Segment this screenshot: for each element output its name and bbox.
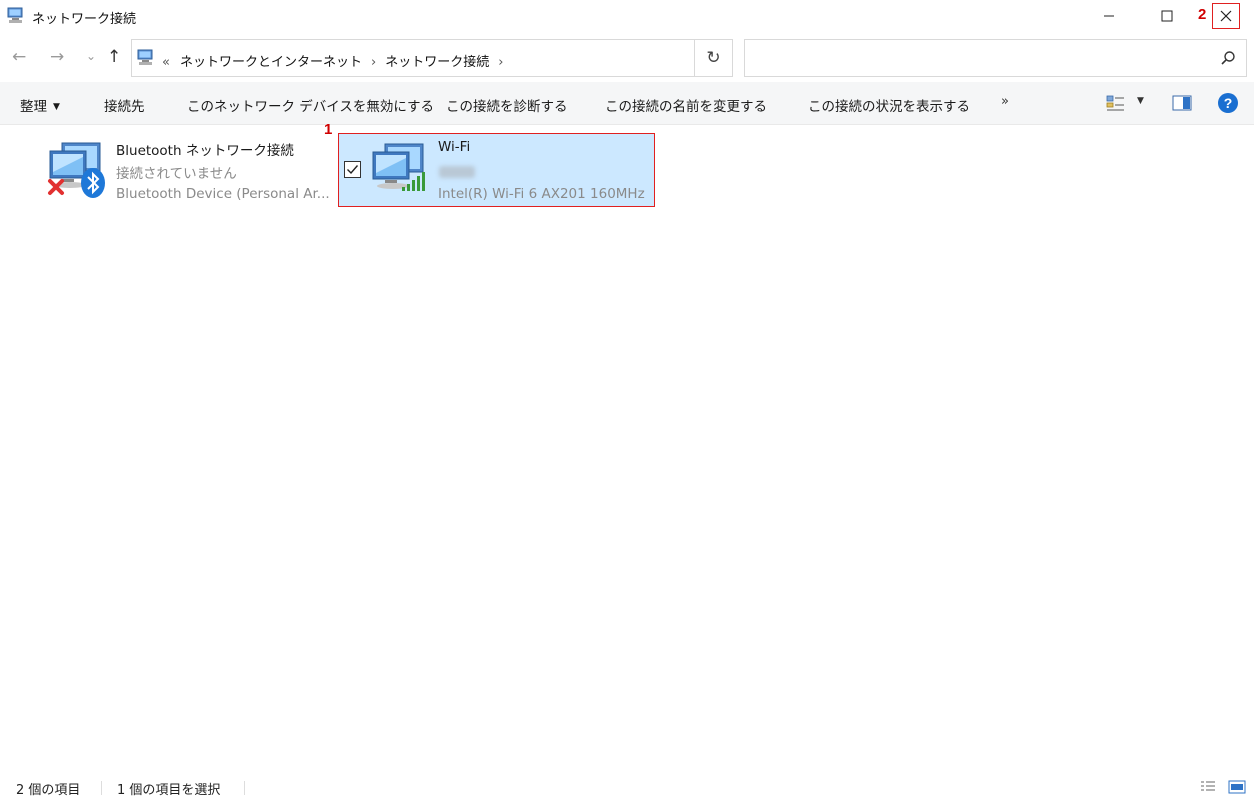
- more-commands-button[interactable]: »: [1001, 94, 1009, 109]
- search-input[interactable]: [751, 48, 1201, 63]
- status-divider: [101, 781, 102, 795]
- control-panel-network-icon: [137, 49, 153, 65]
- item-device: Intel(R) Wi-Fi 6 AX201 160MHz: [438, 186, 645, 202]
- up-button[interactable]: ↑: [107, 47, 121, 67]
- checkmark-icon: [347, 165, 359, 175]
- organize-menu[interactable]: 整理 ▼: [20, 95, 60, 115]
- search-box[interactable]: [744, 39, 1247, 77]
- diagnose-button[interactable]: この接続を診断する: [446, 95, 568, 115]
- forward-button[interactable]: →: [50, 47, 64, 67]
- red-x-icon: [48, 179, 64, 195]
- change-view-icon[interactable]: [1106, 95, 1126, 113]
- network-connections-icon: [7, 7, 23, 23]
- title-bar: ネットワーク接続 2: [0, 0, 1254, 32]
- item-count: 2 個の項目: [16, 783, 81, 798]
- list-item-wifi[interactable]: Wi-Fi Intel(R) Wi-Fi 6 AX201 160MHz: [338, 133, 655, 207]
- item-name: Wi-Fi: [438, 139, 471, 155]
- bluetooth-icon: [81, 168, 105, 198]
- address-bar[interactable]: «ネットワークとインターネット›ネットワーク接続› ⌄: [131, 39, 802, 77]
- window-title: ネットワーク接続: [32, 12, 137, 27]
- breadcrumb-separator-end[interactable]: ›: [498, 55, 503, 70]
- breadcrumb-network-internet[interactable]: ネットワークとインターネット: [180, 55, 362, 70]
- view-options-chevron-icon[interactable]: ▼: [1137, 96, 1144, 106]
- annotation-marker-2: 2: [1198, 6, 1207, 23]
- disable-device-button[interactable]: このネットワーク デバイスを無効にする: [187, 95, 434, 115]
- item-checkbox[interactable]: [344, 161, 361, 178]
- status-bar: 2 個の項目 1 個の項目を選択: [0, 774, 1254, 800]
- command-bar: 整理 ▼ 接続先 このネットワーク デバイスを無効にする この接続を診断する この…: [0, 82, 1254, 125]
- preview-pane-icon[interactable]: [1172, 95, 1192, 111]
- search-icon: [1221, 51, 1235, 65]
- status-divider: [244, 781, 245, 795]
- help-icon[interactable]: ?: [1218, 93, 1238, 113]
- signal-bars-icon: [402, 172, 425, 191]
- connect-to-button[interactable]: 接続先: [104, 95, 145, 115]
- rename-button[interactable]: この接続の名前を変更する: [605, 95, 767, 115]
- minimize-icon: [1104, 15, 1114, 17]
- refresh-button[interactable]: ↻: [694, 39, 732, 77]
- item-name: Bluetooth ネットワーク接続: [116, 143, 294, 159]
- recent-locations-button[interactable]: ⌄: [86, 49, 96, 63]
- view-status-button[interactable]: この接続の状況を表示する: [808, 95, 970, 115]
- maximize-icon: [1161, 10, 1173, 22]
- chevron-down-icon: ▼: [53, 102, 60, 112]
- breadcrumb-separator[interactable]: ›: [371, 55, 376, 70]
- minimize-button[interactable]: [1086, 0, 1132, 32]
- back-button[interactable]: ←: [12, 47, 26, 67]
- address-overflow-chevron[interactable]: «: [162, 55, 170, 70]
- item-status: 接続されていません: [116, 166, 237, 182]
- refresh-icon: ↻: [706, 48, 721, 68]
- organize-label: 整理: [20, 99, 47, 115]
- large-icons-view-icon[interactable]: [1228, 780, 1246, 794]
- close-icon: [1220, 10, 1232, 22]
- breadcrumb-network-connections[interactable]: ネットワーク接続: [385, 55, 489, 70]
- selected-count: 1 個の項目を選択: [117, 783, 221, 798]
- maximize-button[interactable]: [1144, 0, 1190, 32]
- navigation-bar: ← → ⌄ ↑ «ネットワークとインターネット›ネットワーク接続› ⌄ ↻: [0, 36, 1254, 80]
- annotation-marker-1: 1: [324, 121, 333, 138]
- close-button[interactable]: [1212, 3, 1240, 29]
- list-item-bluetooth[interactable]: Bluetooth ネットワーク接続 接続されていません Bluetooth D…: [40, 133, 330, 207]
- details-view-icon[interactable]: [1200, 780, 1216, 794]
- item-device: Bluetooth Device (Personal Ar...: [116, 186, 330, 202]
- blurred-network-name: [439, 166, 475, 178]
